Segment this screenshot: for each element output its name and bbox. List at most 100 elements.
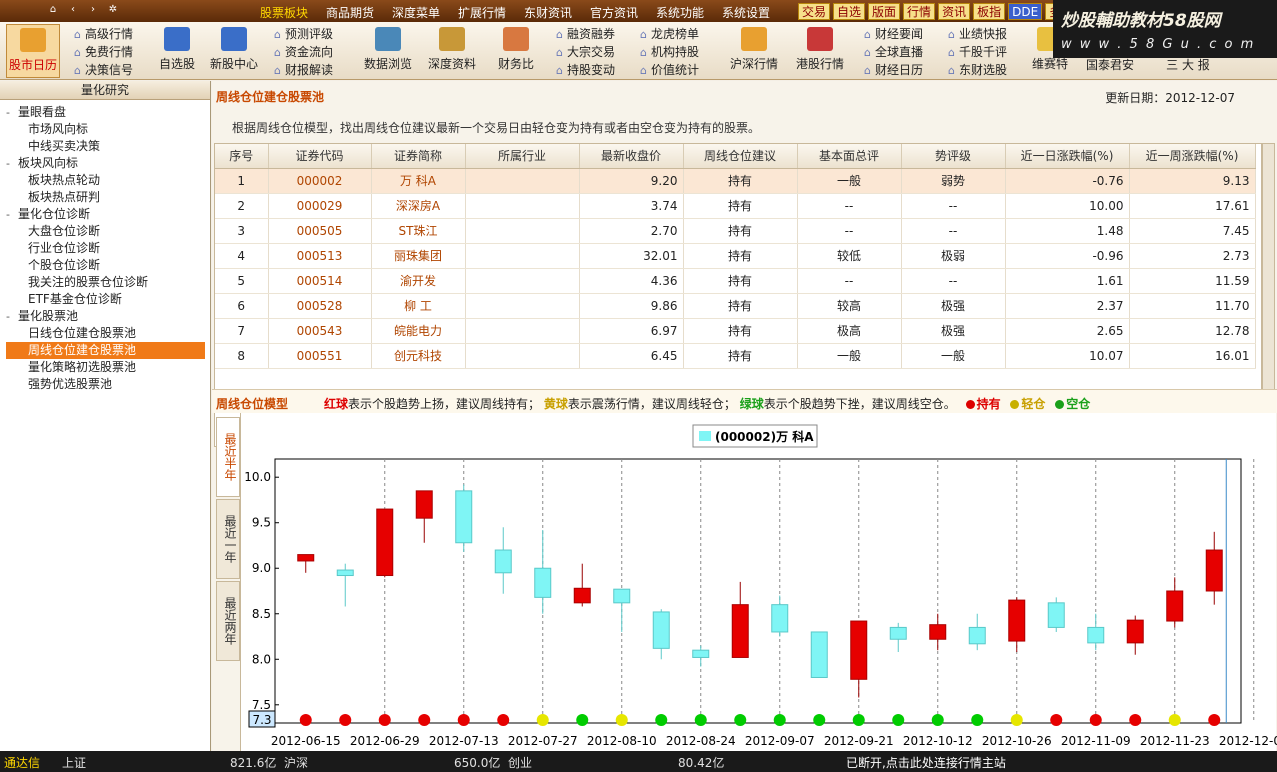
market-calendar-button[interactable]: 股市日历 xyxy=(6,24,60,78)
table-row[interactable]: 8 000551 创元科技 6.45 持有 一般 一般 10.07 16.01 xyxy=(215,343,1256,369)
tab-two-years[interactable]: 最近两年 xyxy=(216,581,240,661)
forward-icon[interactable]: › xyxy=(86,3,100,17)
status-message[interactable]: 已断开,点击此处连接行情主站 xyxy=(846,754,1006,771)
report-analysis-link[interactable]: 财报解读 xyxy=(274,61,364,79)
table-row[interactable]: 1 000002 万 科A 9.20 持有 一般 弱势 -0.76 9.13 xyxy=(215,168,1256,194)
margin-trading-link[interactable]: 融资融券 xyxy=(556,25,646,43)
finance-news-link[interactable]: 财经要闻 xyxy=(864,25,954,43)
home-icon[interactable]: ⌂ xyxy=(46,3,60,17)
hk-quotes-button[interactable]: 港股行情 xyxy=(792,24,848,78)
decision-signal-link[interactable]: 决策信号 xyxy=(74,61,164,79)
menu-eastmoney-news[interactable]: 东财资讯 xyxy=(524,4,572,21)
star-icon[interactable]: ✲ xyxy=(106,3,120,17)
flag-icon xyxy=(807,27,833,51)
menu-futures[interactable]: 商品期货 xyxy=(326,4,374,21)
advanced-quotes-link[interactable]: 高级行情 xyxy=(74,25,164,43)
sidebar-item[interactable]: 中线买卖决策 xyxy=(0,138,210,155)
deep-data-button[interactable]: 深度资料 xyxy=(426,24,478,78)
dragon-tiger-link[interactable]: 龙虎榜单 xyxy=(640,25,730,43)
sidebar-item[interactable]: 板块热点轮动 xyxy=(0,172,210,189)
ipo-center-button[interactable]: 新股中心 xyxy=(206,24,262,78)
sidebar-item[interactable]: ETF基金仓位诊断 xyxy=(0,291,210,308)
table-row[interactable]: 5 000514 渝开发 4.36 持有 -- -- 1.61 11.59 xyxy=(215,268,1256,294)
menu-deep[interactable]: 深度菜单 xyxy=(392,4,440,21)
menu-official-news[interactable]: 官方资讯 xyxy=(590,4,638,21)
column-header[interactable]: 最新收盘价 xyxy=(579,144,684,169)
table-row[interactable]: 6 000528 柳 工 9.86 持有 较高 极强 2.37 11.70 xyxy=(215,293,1256,319)
fund-flow-link[interactable]: 资金流向 xyxy=(274,43,364,61)
column-header[interactable]: 基本面总评 xyxy=(797,144,902,169)
menu-extended-quotes[interactable]: 扩展行情 xyxy=(458,4,506,21)
column-header[interactable]: 周线仓位建议 xyxy=(683,144,798,169)
table-row[interactable]: 3 000505 ST珠江 2.70 持有 -- -- 1.48 7.45 xyxy=(215,218,1256,244)
table-row[interactable]: 4 000513 丽珠集团 32.01 持有 较低 极弱 -0.96 2.73 xyxy=(215,243,1256,269)
block-trade-link[interactable]: 大宗交易 xyxy=(556,43,646,61)
quick-trade-button[interactable]: 交易 xyxy=(798,3,831,20)
sidebar-item[interactable]: 行业仓位诊断 xyxy=(0,240,210,257)
earnings-flash-link[interactable]: 业绩快报 xyxy=(948,25,1038,43)
chart-legend-label: (000002)万 科A xyxy=(715,429,814,444)
sidebar-item[interactable]: 量化策略初选股票池 xyxy=(0,359,210,376)
table-cell: 000551 xyxy=(268,343,372,369)
finance-ratio-button[interactable]: 财务比 xyxy=(490,24,542,78)
menu-stock-board[interactable]: 股票板块 xyxy=(260,4,308,21)
sidebar-item[interactable]: 周线仓位建仓股票池 xyxy=(6,342,205,359)
forecast-rating-link[interactable]: 预测评级 xyxy=(274,25,364,43)
table-cell: 1.48 xyxy=(1005,218,1130,244)
table-cell: 皖能电力 xyxy=(371,318,466,344)
institution-holding-link[interactable]: 机构持股 xyxy=(640,43,730,61)
free-quotes-link[interactable]: 免费行情 xyxy=(74,43,164,61)
table-cell xyxy=(465,193,580,219)
back-icon[interactable]: ‹ xyxy=(66,3,80,17)
sidebar-item[interactable]: 我关注的股票仓位诊断 xyxy=(0,274,210,291)
tab-one-year[interactable]: 最近一年 xyxy=(216,499,240,579)
value-stats-link[interactable]: 价值统计 xyxy=(640,61,730,79)
column-header[interactable]: 势评级 xyxy=(901,144,1006,169)
sidebar-item[interactable]: 个股仓位诊断 xyxy=(0,257,210,274)
global-live-link[interactable]: 全球直播 xyxy=(864,43,954,61)
table-cell: 持有 xyxy=(683,343,798,369)
menu-system-settings[interactable]: 系统设置 xyxy=(722,4,770,21)
quick-index-button[interactable]: 板指 xyxy=(973,3,1006,20)
table-cell: -- xyxy=(797,193,902,219)
column-header[interactable]: 所属行业 xyxy=(465,144,580,169)
finance-calendar-link[interactable]: 财经日历 xyxy=(864,61,954,79)
candle-body xyxy=(534,567,552,598)
table-row[interactable]: 2 000029 深深房A 3.74 持有 -- -- 10.00 17.61 xyxy=(215,193,1256,219)
sidebar-item[interactable]: 量眼看盘 xyxy=(0,104,210,121)
sidebar-item[interactable]: 强势优选股票池 xyxy=(0,376,210,393)
holding-change-link[interactable]: 持股变动 xyxy=(556,61,646,79)
sidebar-item[interactable]: 量化仓位诊断 xyxy=(0,206,210,223)
quick-dde-button[interactable]: DDE xyxy=(1008,3,1043,20)
sidebar-item[interactable]: 板块热点研判 xyxy=(0,189,210,206)
hs-quotes-button[interactable]: 沪深行情 xyxy=(726,24,782,78)
quick-watchlist-button[interactable]: 自选 xyxy=(833,3,866,20)
candle-body xyxy=(376,508,394,577)
sidebar-item[interactable]: 量化股票池 xyxy=(0,308,210,325)
table-cell xyxy=(465,243,580,269)
stock-picker-link[interactable]: 东财选股 xyxy=(948,61,1038,79)
main-panel: 周线仓位建仓股票池 更新日期：2012-12-07 根据周线仓位模型，找出周线仓… xyxy=(212,81,1277,751)
column-header[interactable]: 证券简称 xyxy=(371,144,466,169)
menu-system-functions[interactable]: 系统功能 xyxy=(656,4,704,21)
table-row[interactable]: 7 000543 皖能电力 6.97 持有 极高 极强 2.65 12.78 xyxy=(215,318,1256,344)
y-tick-label: 10.0 xyxy=(244,470,271,484)
column-header[interactable]: 近一日涨跌幅(%) xyxy=(1005,144,1130,169)
stock-review-link[interactable]: 千股千评 xyxy=(948,43,1038,61)
column-header[interactable]: 证券代码 xyxy=(268,144,372,169)
quick-layout-button[interactable]: 版面 xyxy=(868,3,901,20)
sidebar-item[interactable]: 日线仓位建仓股票池 xyxy=(0,325,210,342)
calendar-icon xyxy=(20,28,46,52)
chart-legend-swatch xyxy=(699,431,711,441)
table-cell xyxy=(465,168,580,194)
tab-half-year[interactable]: 最近半年 xyxy=(216,417,240,497)
quick-news-button[interactable]: 资讯 xyxy=(938,3,971,20)
sidebar-item[interactable]: 市场风向标 xyxy=(0,121,210,138)
table-cell: 极强 xyxy=(901,293,1006,319)
quick-quotes-button[interactable]: 行情 xyxy=(903,3,936,20)
column-header[interactable]: 序号 xyxy=(215,144,269,169)
data-browse-button[interactable]: 数据浏览 xyxy=(362,24,414,78)
sidebar-item[interactable]: 大盘仓位诊断 xyxy=(0,223,210,240)
sidebar-item[interactable]: 板块风向标 xyxy=(0,155,210,172)
column-header[interactable]: 近一周涨跌幅(%) xyxy=(1129,144,1256,169)
